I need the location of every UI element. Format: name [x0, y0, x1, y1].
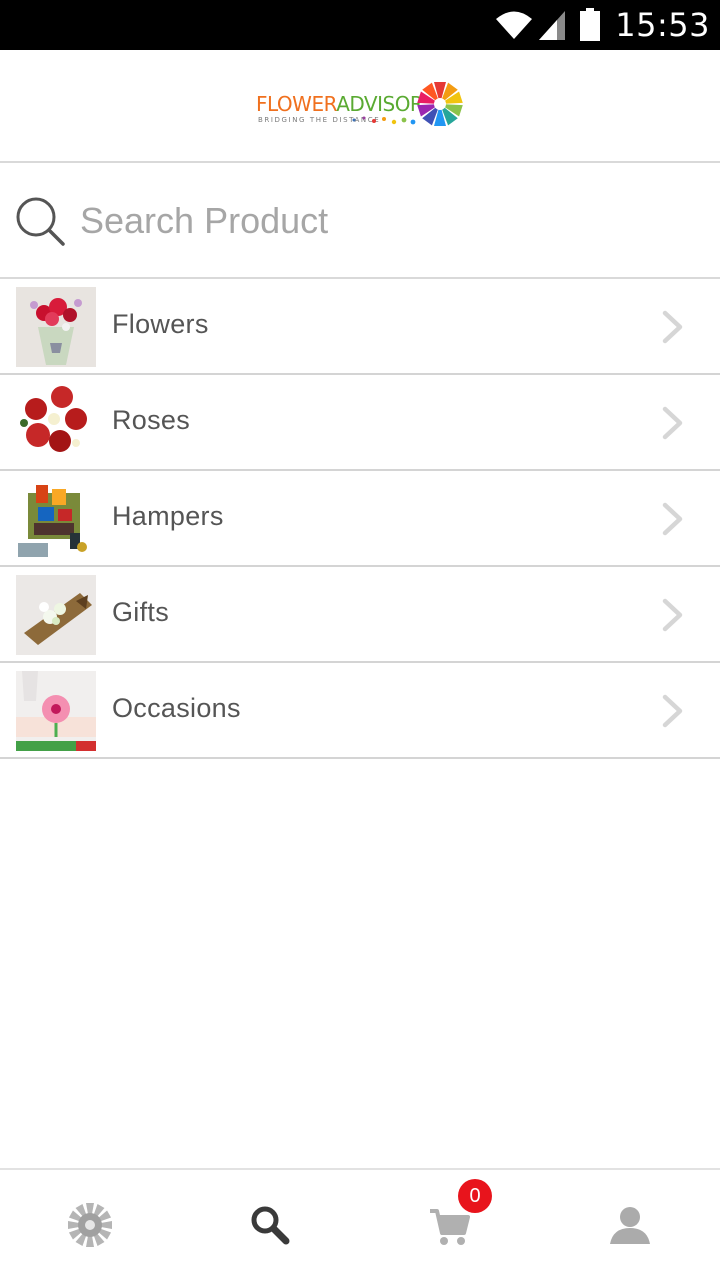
category-label: Occasions — [112, 693, 241, 723]
flowers-thumbnail — [16, 287, 96, 367]
status-icons: 15:53 — [495, 0, 710, 50]
nav-home-button[interactable] — [0, 1170, 180, 1280]
category-label: Hampers — [112, 501, 224, 531]
category-row-occasions[interactable]: Occasions — [0, 663, 720, 759]
app-header: FLOWERADVISOR BRIDGING THE DISTANCE — [0, 50, 720, 163]
status-bar: 15:53 — [0, 0, 720, 50]
search-icon — [16, 197, 65, 246]
nav-cart-button[interactable]: 0 — [360, 1170, 540, 1280]
home-flower-icon — [68, 1203, 112, 1247]
account-icon — [610, 1207, 650, 1244]
chevron-right-icon — [662, 694, 683, 728]
search-input[interactable] — [80, 195, 700, 247]
logo-text: FLOWERADVISOR — [256, 92, 424, 116]
bottom-nav: 0 — [0, 1168, 720, 1280]
nav-account-button[interactable] — [540, 1170, 720, 1280]
occasions-thumbnail — [16, 671, 96, 751]
category-row-gifts[interactable]: Gifts — [0, 567, 720, 663]
cart-wrapper: 0 — [420, 1179, 492, 1255]
cart-count-badge: 0 — [458, 1179, 492, 1213]
category-label: Roses — [112, 405, 191, 435]
chevron-right-icon — [662, 502, 683, 536]
category-row-flowers[interactable]: Flowers — [0, 279, 720, 375]
battery-icon — [580, 8, 601, 41]
hampers-thumbnail — [16, 479, 96, 559]
category-label: Flowers — [112, 309, 209, 339]
chevron-right-icon — [662, 406, 683, 440]
logo-pinwheel-icon — [417, 82, 463, 126]
chevron-right-icon — [662, 310, 683, 344]
wifi-icon — [496, 11, 533, 39]
search-bar[interactable] — [0, 163, 720, 279]
category-row-roses[interactable]: Roses — [0, 375, 720, 471]
roses-thumbnail — [16, 383, 96, 463]
gifts-thumbnail — [16, 575, 96, 655]
flower-advisor-logo[interactable]: FLOWERADVISOR BRIDGING THE DISTANCE — [256, 80, 466, 132]
chevron-right-icon — [662, 598, 683, 632]
category-list: Flowers Roses Hampers Gifts Occasions — [0, 279, 720, 759]
category-row-hampers[interactable]: Hampers — [0, 471, 720, 567]
logo-confetti-dots — [352, 116, 416, 125]
category-label: Gifts — [112, 597, 170, 627]
search-icon — [251, 1206, 290, 1245]
cell-signal-icon — [539, 11, 566, 40]
status-time: 15:53 — [615, 6, 710, 44]
nav-search-button[interactable] — [180, 1170, 360, 1280]
cart-icon — [430, 1209, 470, 1245]
